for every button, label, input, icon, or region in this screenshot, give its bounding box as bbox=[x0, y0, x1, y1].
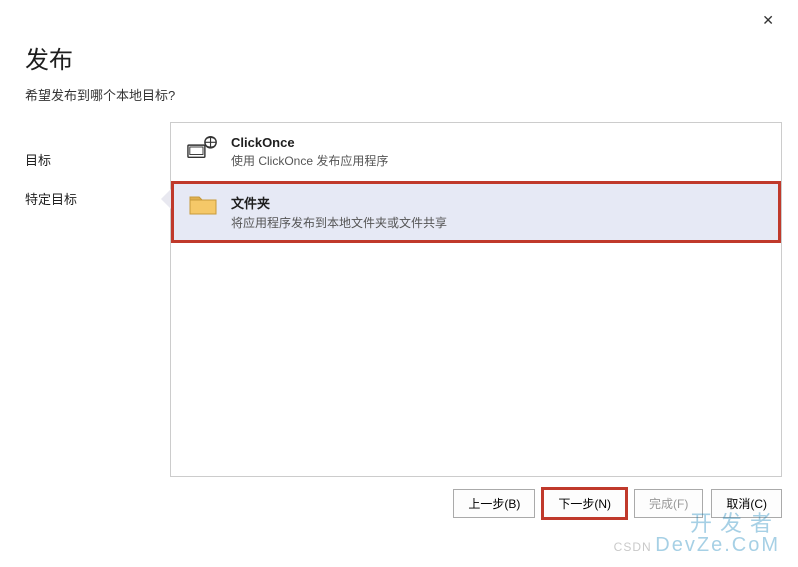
back-button[interactable]: 上一步(B) bbox=[453, 489, 535, 518]
sidebar: 目标 特定目标 bbox=[0, 122, 170, 477]
page-title: 发布 bbox=[25, 40, 798, 75]
option-text: 文件夹 将应用程序发布到本地文件夹或文件共享 bbox=[231, 193, 765, 231]
sidebar-item-target[interactable]: 目标 bbox=[0, 140, 170, 179]
option-folder[interactable]: 文件夹 将应用程序发布到本地文件夹或文件共享 bbox=[171, 181, 781, 243]
watermark-line2: DevZe.CoM bbox=[655, 534, 780, 556]
sidebar-item-label: 目标 bbox=[25, 153, 51, 168]
option-desc: 将应用程序发布到本地文件夹或文件共享 bbox=[231, 214, 765, 231]
cancel-button[interactable]: 取消(C) bbox=[711, 489, 782, 518]
options-panel: ClickOnce 使用 ClickOnce 发布应用程序 文件夹 将应用程序发… bbox=[170, 122, 782, 477]
option-desc: 使用 ClickOnce 发布应用程序 bbox=[231, 152, 765, 169]
content-area: 目标 特定目标 ClickOnce 使用 ClickOnce 发布应用 bbox=[0, 122, 798, 477]
option-title: ClickOnce bbox=[231, 135, 765, 150]
option-title: 文件夹 bbox=[231, 193, 765, 212]
next-button[interactable]: 下一步(N) bbox=[543, 489, 626, 518]
page-subtitle: 希望发布到哪个本地目标? bbox=[25, 85, 798, 104]
close-button[interactable]: ✕ bbox=[754, 8, 782, 33]
watermark-csdn: CSDN bbox=[614, 540, 652, 554]
dialog-footer: 上一步(B) 下一步(N) 完成(F) 取消(C) bbox=[0, 477, 798, 530]
option-text: ClickOnce 使用 ClickOnce 发布应用程序 bbox=[231, 135, 765, 169]
sidebar-item-label: 特定目标 bbox=[25, 192, 77, 207]
finish-button[interactable]: 完成(F) bbox=[634, 489, 703, 518]
option-clickonce[interactable]: ClickOnce 使用 ClickOnce 发布应用程序 bbox=[171, 123, 781, 181]
clickonce-icon bbox=[187, 135, 219, 159]
sidebar-item-specific-target[interactable]: 特定目标 bbox=[0, 179, 170, 218]
dialog-header: 发布 希望发布到哪个本地目标? bbox=[0, 0, 798, 122]
folder-icon bbox=[187, 193, 219, 217]
